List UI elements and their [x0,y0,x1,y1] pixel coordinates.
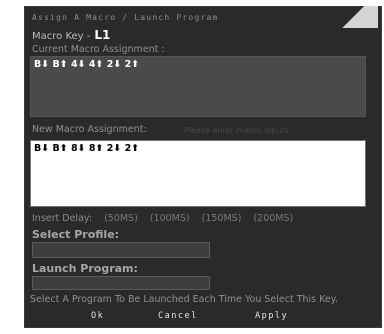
current-assignment-box: B⬇ B⬆ 4⬇ 4⬆ 2⬇ 2⬆ [30,56,366,117]
launch-program-label: Launch Program: [32,262,138,275]
select-profile-label: Select Profile: [32,228,120,241]
insert-delay-row: Insert Delay: (50MS) (100MS) (150MS) (20… [32,213,302,224]
select-profile-field[interactable] [32,242,210,258]
current-sequence: B⬇ B⬆ 4⬇ 4⬆ 2⬇ 2⬆ [34,59,140,70]
delay-100ms-button[interactable]: (100MS) [150,213,190,224]
macro-key-value: L1 [94,28,111,42]
ok-button[interactable]: Ok [91,311,104,321]
corner-accent [328,6,378,28]
macro-dialog: Assign A Macro / Launch Program Macro Ke… [24,6,382,328]
delay-50ms-button[interactable]: (50MS) [104,213,138,224]
cancel-button[interactable]: Cancel [158,311,198,321]
dialog-title: Assign A Macro / Launch Program [32,13,219,22]
macro-key-label: Macro Key - [32,31,91,42]
delay-200ms-button[interactable]: (200MS) [253,213,293,224]
new-assignment-hint: Please enter macro inputs [184,126,289,135]
new-sequence: B⬇ B⬆ 8⬇ 8⬆ 2⬇ 2⬆ [34,143,140,154]
launch-program-field[interactable] [32,276,210,290]
current-assignment-label: Current Macro Assignment : [32,44,165,55]
delay-150ms-button[interactable]: (150MS) [202,213,242,224]
insert-delay-label: Insert Delay: [32,213,93,224]
apply-button[interactable]: Apply [255,311,288,321]
footer-note: Select A Program To Be Launched Each Tim… [30,294,339,305]
new-assignment-input[interactable]: B⬇ B⬆ 8⬇ 8⬆ 2⬇ 2⬆ [30,140,366,207]
dialog-frame: Assign A Macro / Launch Program Macro Ke… [0,0,384,334]
new-assignment-label: New Macro Assignment: [32,124,147,135]
macro-key-line: Macro Key - L1 [32,28,110,42]
